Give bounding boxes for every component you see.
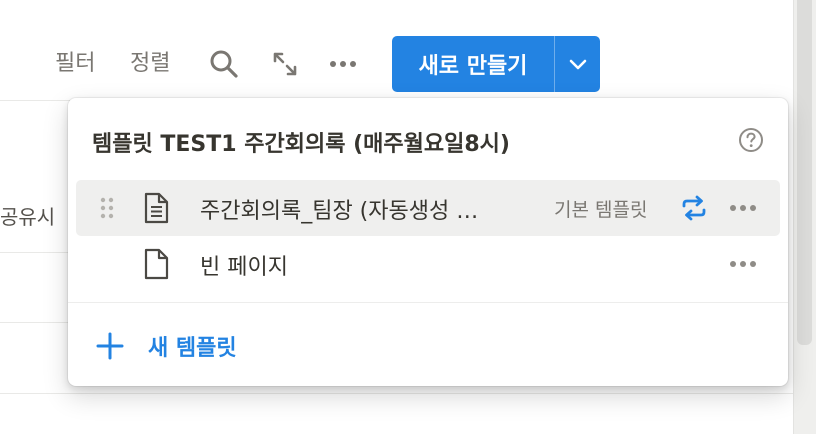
- table-column-header: 공유시: [0, 205, 56, 229]
- template-name: 빈 페이지: [200, 255, 288, 280]
- table-divider: [0, 252, 70, 253]
- help-icon[interactable]: [738, 127, 764, 153]
- table-divider: [0, 100, 70, 101]
- new-button-dropdown[interactable]: [554, 36, 600, 92]
- template-menu: 템플릿 TEST1 주간회의록 (매주월요일8시) 주간회의록_팀장 (자동생성…: [68, 98, 788, 386]
- template-item[interactable]: 주간회의록_팀장 (자동생성 … 기본 템플릿: [76, 180, 780, 236]
- filter-button[interactable]: 필터: [55, 48, 95, 80]
- default-template-badge: 기본 템플릿: [554, 199, 648, 221]
- search-icon[interactable]: [207, 46, 241, 82]
- new-button-group: 새로 만들기: [392, 36, 600, 92]
- template-name: 주간회의록_팀장 (자동생성 …: [200, 199, 479, 224]
- more-icon[interactable]: [726, 194, 760, 222]
- sort-button[interactable]: 정렬: [130, 48, 170, 80]
- more-icon[interactable]: [326, 46, 360, 82]
- template-item[interactable]: 빈 페이지: [76, 236, 780, 292]
- new-button[interactable]: 새로 만들기: [392, 36, 554, 92]
- plus-icon: [96, 332, 124, 360]
- table-divider: [0, 393, 793, 394]
- menu-divider: [68, 302, 788, 303]
- expand-icon[interactable]: [268, 46, 302, 82]
- scrollbar[interactable]: [793, 0, 816, 434]
- more-icon[interactable]: [726, 250, 760, 278]
- chevron-down-icon: [569, 59, 586, 70]
- blank-page-icon: [142, 248, 170, 280]
- template-menu-title: 템플릿 TEST1 주간회의록 (매주월요일8시): [92, 132, 510, 157]
- drag-handle-icon[interactable]: [98, 195, 116, 221]
- table-divider: [0, 322, 70, 323]
- new-template-button[interactable]: 새 템플릿: [94, 328, 237, 364]
- repeat-icon[interactable]: [680, 195, 708, 221]
- scrollbar-thumb[interactable]: [797, 0, 812, 345]
- new-template-label: 새 템플릿: [148, 336, 237, 361]
- document-icon: [142, 192, 170, 224]
